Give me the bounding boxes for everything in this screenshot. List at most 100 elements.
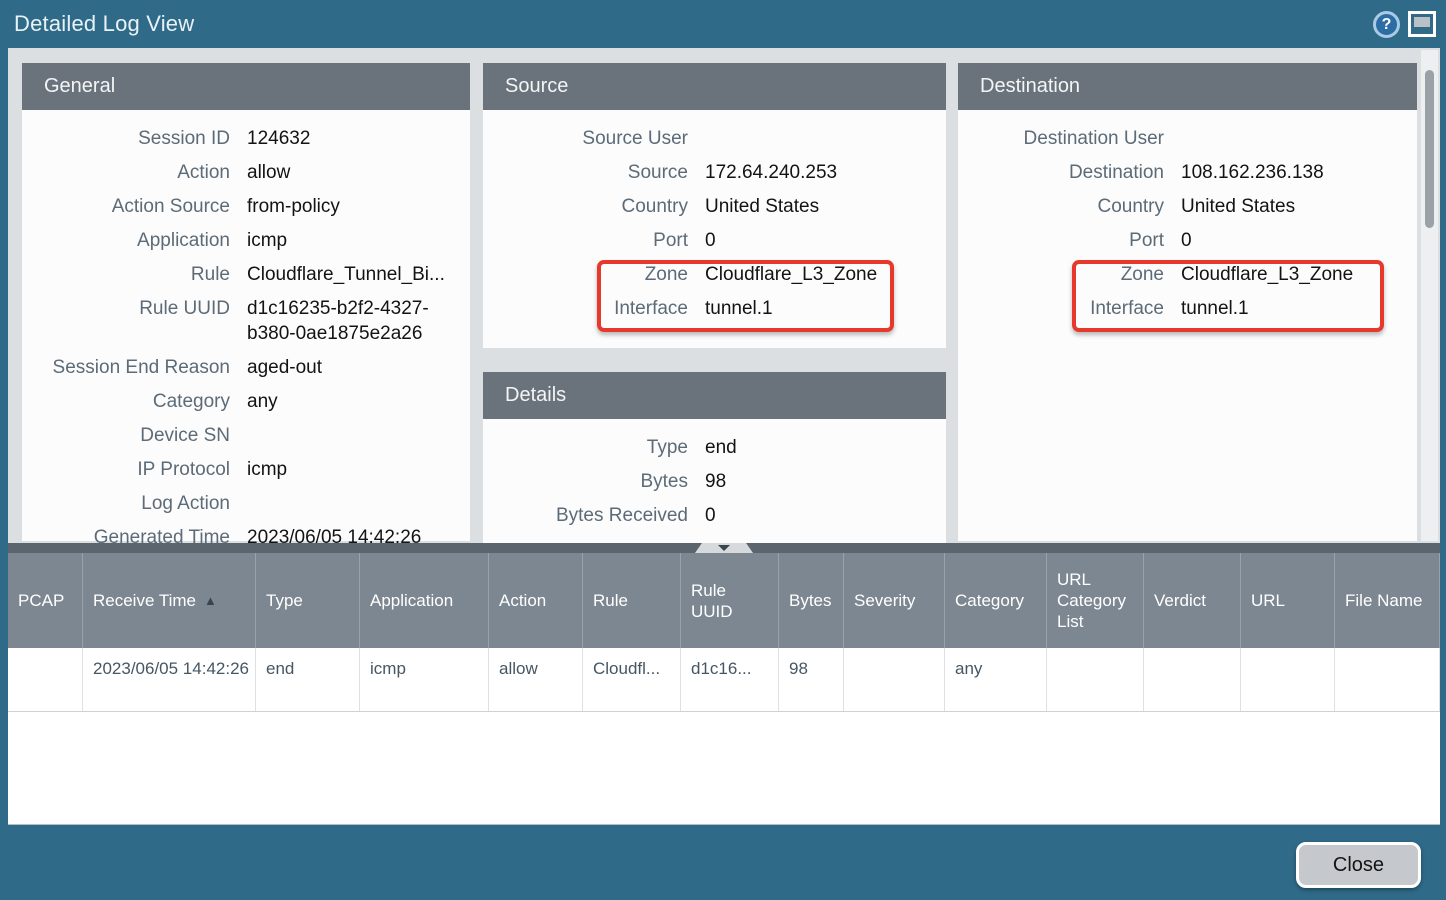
field-label: Bytes Received <box>483 503 688 528</box>
field-row-generated-time: Generated Time2023/06/05 14:42:26 <box>22 525 470 543</box>
field-value: United States <box>1181 194 1399 219</box>
field-row-rule-uuid: Rule UUIDd1c16235-b2f2-4327-b380-0ae1875… <box>22 296 470 346</box>
cell-application: icmp <box>360 648 489 711</box>
field-row-destination-country: Country United States <box>958 194 1417 219</box>
cell-verdict <box>1144 648 1241 711</box>
chevron-down-icon <box>718 545 730 551</box>
sort-asc-icon: ▲ <box>204 590 217 611</box>
field-label: Source User <box>483 126 688 151</box>
column-header-url[interactable]: URL <box>1241 553 1335 648</box>
field-value: 0 <box>705 228 923 253</box>
field-label: Application <box>22 228 230 253</box>
close-button[interactable]: Close <box>1296 842 1421 888</box>
field-label: Device SN <box>22 423 230 448</box>
field-value: from-policy <box>247 194 465 219</box>
field-row-source-port: Port 0 <box>483 228 946 253</box>
field-value: 108.162.236.138 <box>1181 160 1399 185</box>
field-row-device-sn: Device SN <box>22 423 470 448</box>
pane-splitter[interactable] <box>8 543 1440 553</box>
field-label: Session ID <box>22 126 230 151</box>
column-header-url-category-list[interactable]: URL Category List <box>1047 553 1144 648</box>
cell-receive-time: 2023/06/05 14:42:26 <box>83 648 256 711</box>
column-header-type[interactable]: Type <box>256 553 360 648</box>
field-label: Log Action <box>22 491 230 516</box>
cell-pcap <box>8 648 83 711</box>
cell-category: any <box>945 648 1047 711</box>
field-row-session-end-reason: Session End Reasonaged-out <box>22 355 470 380</box>
field-value: icmp <box>247 457 465 482</box>
column-header-receive-time[interactable]: Receive Time▲ <box>83 553 256 648</box>
field-row-bytes-received: Bytes Received 0 <box>483 503 946 528</box>
destination-panel-header: Destination <box>958 63 1417 110</box>
field-value: 124632 <box>247 126 465 151</box>
help-icon[interactable]: ? <box>1373 11 1400 38</box>
field-row-destination-interface: Interfacetunnel.1 <box>958 296 1417 321</box>
column-header-bytes[interactable]: Bytes <box>779 553 844 648</box>
column-header-severity[interactable]: Severity <box>844 553 945 648</box>
splitter-collapse-handle[interactable] <box>695 543 753 553</box>
scrollbar-thumb[interactable] <box>1425 70 1434 228</box>
field-row-destination-user: Destination User <box>958 126 1417 151</box>
dialog-titlebar: Detailed Log View ? <box>0 0 1446 48</box>
field-value: any <box>247 389 465 414</box>
field-row-bytes: Bytes98 <box>483 469 946 494</box>
field-label: Category <box>22 389 230 414</box>
field-value: Cloudflare_L3_Zone <box>1181 262 1399 287</box>
field-label: Source <box>483 160 688 185</box>
column-header-action[interactable]: Action <box>489 553 583 648</box>
cell-action: allow <box>489 648 583 711</box>
field-value: 0 <box>1181 228 1399 253</box>
source-panel: Source Source User Source172.64.240.253 … <box>483 63 946 348</box>
column-header-verdict[interactable]: Verdict <box>1144 553 1241 648</box>
column-header-category[interactable]: Category <box>945 553 1047 648</box>
field-row-rule: Rule Cloudflare_Tunnel_Bi... <box>22 262 470 287</box>
field-value: Cloudflare_L3_Zone <box>705 262 923 287</box>
column-header-file-name[interactable]: File Name <box>1335 553 1440 648</box>
field-row-application: Applicationicmp <box>22 228 470 253</box>
field-value <box>247 491 465 516</box>
field-value: allow <box>247 160 465 185</box>
field-row-type: Typeend <box>483 435 946 460</box>
field-row-destination: Destination108.162.236.138 <box>958 160 1417 185</box>
column-header-application[interactable]: Application <box>360 553 489 648</box>
cell-rule-uuid: d1c16... <box>681 648 779 711</box>
cell-url-category-list <box>1047 648 1144 711</box>
field-value: 172.64.240.253 <box>705 160 923 185</box>
field-value: end <box>705 435 923 460</box>
field-label: Port <box>483 228 688 253</box>
vertical-scrollbar[interactable] <box>1421 50 1438 541</box>
field-label: Bytes <box>483 469 688 494</box>
field-label: Action Source <box>22 194 230 219</box>
cell-file-name <box>1335 648 1440 711</box>
general-panel: General Session ID 124632 Action allow Act… <box>22 63 470 541</box>
field-label: Action <box>22 160 230 185</box>
details-panel: Details Typeend Bytes98 Bytes Received 0 <box>483 372 946 543</box>
field-label: Destination User <box>958 126 1164 151</box>
field-label: Country <box>958 194 1164 219</box>
field-value: 0 <box>705 503 923 528</box>
field-row-action: Action allow <box>22 160 470 185</box>
field-label: Session End Reason <box>22 355 230 380</box>
field-row-destination-zone: ZoneCloudflare_L3_Zone <box>958 262 1417 287</box>
field-label: Country <box>483 194 688 219</box>
field-value <box>705 126 923 151</box>
field-row-source-interface: Interfacetunnel.1 <box>483 296 946 321</box>
details-panel-header: Details <box>483 372 946 419</box>
field-label: Rule <box>22 262 230 287</box>
log-table-header: PCAP Receive Time▲ Type Application Acti… <box>8 553 1440 648</box>
field-value: tunnel.1 <box>705 296 923 321</box>
table-row[interactable]: 2023/06/05 14:42:26 end icmp allow Cloud… <box>8 648 1440 712</box>
field-row-source-country: CountryUnited States <box>483 194 946 219</box>
field-label: Rule UUID <box>22 296 230 346</box>
field-value: Cloudflare_Tunnel_Bi... <box>247 262 465 287</box>
field-label: Type <box>483 435 688 460</box>
general-panel-header: General <box>22 63 470 110</box>
field-row-source-zone: ZoneCloudflare_L3_Zone <box>483 262 946 287</box>
field-label: Interface <box>958 296 1164 321</box>
page-title: Detailed Log View <box>14 11 194 37</box>
column-header-rule-uuid[interactable]: Rule UUID <box>681 553 779 648</box>
field-label: IP Protocol <box>22 457 230 482</box>
window-restore-icon[interactable] <box>1408 11 1436 37</box>
column-header-pcap[interactable]: PCAP <box>8 553 83 648</box>
column-header-rule[interactable]: Rule <box>583 553 681 648</box>
